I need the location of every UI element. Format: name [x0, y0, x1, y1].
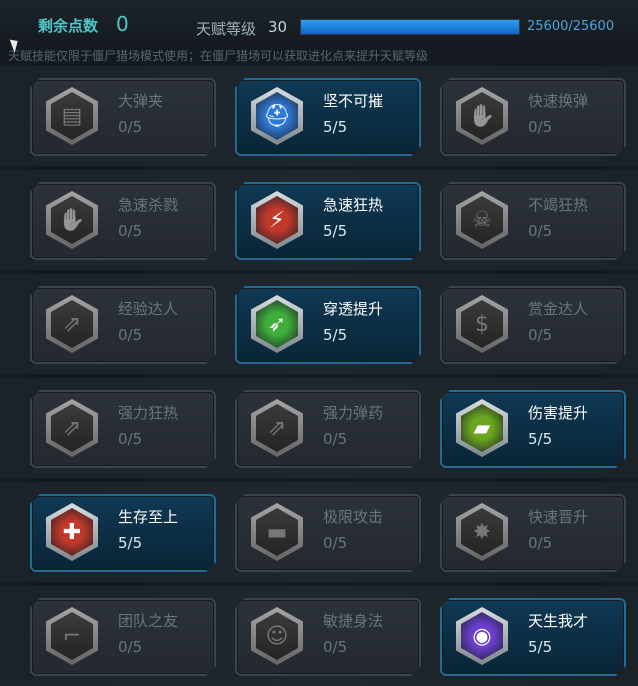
talent-level: 0/5 [118, 118, 143, 136]
power-ammo-icon: ⇗ [251, 399, 303, 457]
talent-name: 生存至上 [118, 508, 179, 526]
talent-name: 急速狂热 [323, 196, 384, 214]
power-frenzy-icon: ⇗ [46, 399, 98, 457]
talent-card[interactable]: ⇗ 强力弹药 0/5 [235, 390, 421, 468]
talent-level: 0/5 [118, 638, 143, 656]
remaining-points-value: 0 [116, 12, 129, 36]
talent-card[interactable]: ✋ 快速换弹 0/5 [440, 78, 626, 156]
talent-card[interactable]: ✸ 快速晋升 0/5 [440, 494, 626, 572]
talent-level: 5/5 [118, 534, 143, 552]
talent-card[interactable]: ▤ 大弹夹 0/5 [30, 78, 216, 156]
talent-icon-glyph: ✸ [461, 508, 503, 556]
talent-icon-glyph: ▰ [461, 404, 503, 452]
talent-card[interactable]: ➶ 穿透提升 5/5 [235, 286, 421, 364]
talent-card[interactable]: ⇗ 经验达人 0/5 [30, 286, 216, 364]
talent-name: 穿透提升 [323, 300, 384, 318]
talent-level: 0/5 [528, 326, 553, 344]
frenzy-icon: ⚡ [251, 191, 303, 249]
skull-icon: ☠ [456, 191, 508, 249]
talent-card[interactable]: ✚ 生存至上 5/5 [30, 494, 216, 572]
talent-name: 极限攻击 [323, 508, 384, 526]
talent-card[interactable]: ⌐ 团队之友 0/5 [30, 598, 216, 676]
penetrate-icon: ➶ [251, 295, 303, 353]
turret-icon: ▬ [251, 503, 303, 561]
talent-icon-glyph: ▬ [256, 508, 298, 556]
talent-level: 5/5 [528, 638, 553, 656]
talent-name: 经验达人 [118, 300, 179, 318]
exp-arrow-icon: ⇗ [46, 295, 98, 353]
talent-level: 5/5 [528, 430, 553, 448]
talent-notice: 天赋技能仅限于僵尸猎场模式使用；在僵尸猎场可以获取进化点来提升天赋等级 [8, 49, 429, 63]
talent-name: 强力狂热 [118, 404, 179, 422]
kill-hand-icon: ✋ [46, 191, 98, 249]
talent-icon-glyph: ⇗ [51, 404, 93, 452]
talent-name: 不竭狂热 [528, 196, 589, 214]
rank-up-icon: ✸ [456, 503, 508, 561]
talent-icon-glyph: ◉ [461, 612, 503, 660]
talent-icon-glyph: ➶ [256, 300, 298, 348]
talent-icon-glyph: ☺ [256, 612, 298, 660]
talent-card[interactable]: ⇗ 强力狂热 0/5 [30, 390, 216, 468]
talent-level-value: 30 [268, 18, 288, 36]
talent-icon-glyph: ☠ [461, 196, 503, 244]
talent-level: 5/5 [323, 118, 348, 136]
talent-level: 0/5 [118, 222, 143, 240]
talent-level: 0/5 [323, 430, 348, 448]
talent-card[interactable]: ▰ 伤害提升 5/5 [440, 390, 626, 468]
talent-icon-glyph: ▤ [51, 92, 93, 140]
experience-text: 25600/25600 [527, 19, 615, 34]
talent-header: 剩余点数 0 天赋等级 30 25600/25600 [0, 0, 638, 44]
talent-card[interactable]: $ 赏金达人 0/5 [440, 286, 626, 364]
eye-icon: ◉ [456, 607, 508, 665]
talent-name: 团队之友 [118, 612, 179, 630]
talent-name: 急速杀戮 [118, 196, 179, 214]
talent-name: 天生我才 [528, 612, 589, 630]
talent-icon-glyph: $ [461, 300, 503, 348]
team-rifle-icon: ⌐ [46, 607, 98, 665]
talent-level: 0/5 [528, 222, 553, 240]
talent-card[interactable]: ☺ 敏捷身法 0/5 [235, 598, 421, 676]
talent-name: 快速晋升 [528, 508, 589, 526]
agile-icon: ☺ [251, 607, 303, 665]
experience-bar-fill [301, 20, 519, 34]
talent-name: 伤害提升 [528, 404, 589, 422]
talent-icon-glyph: ⛑ [256, 92, 298, 140]
talent-level: 0/5 [118, 430, 143, 448]
rifle-icon: ▰ [456, 399, 508, 457]
talent-name: 大弹夹 [118, 92, 164, 110]
medkit-icon: ✚ [46, 503, 98, 561]
talent-name: 赏金达人 [528, 300, 589, 318]
talent-level: 0/5 [528, 534, 553, 552]
talent-level: 5/5 [323, 222, 348, 240]
talent-icon-glyph: ✚ [51, 508, 93, 556]
talent-name: 快速换弹 [528, 92, 589, 110]
talent-level: 0/5 [323, 534, 348, 552]
talent-icon-glyph: ✋ [461, 92, 503, 140]
magazine-icon: ▤ [46, 87, 98, 145]
talent-level: 5/5 [323, 326, 348, 344]
talent-icon-glyph: ⇗ [51, 300, 93, 348]
talent-icon-glyph: ⚡ [256, 196, 298, 244]
talent-card[interactable]: ▬ 极限攻击 0/5 [235, 494, 421, 572]
talent-level: 0/5 [528, 118, 553, 136]
talent-name: 敏捷身法 [323, 612, 384, 630]
remaining-points-label: 剩余点数 [38, 17, 99, 35]
talent-card[interactable]: ⛑ 坚不可摧 5/5 [235, 78, 421, 156]
talent-name: 强力弹药 [323, 404, 384, 422]
talent-level-label: 天赋等级 [196, 20, 257, 38]
talent-card[interactable]: ✋ 急速杀戮 0/5 [30, 182, 216, 260]
bounty-coin-icon: $ [456, 295, 508, 353]
talent-level: 0/5 [323, 638, 348, 656]
talent-card[interactable]: ☠ 不竭狂热 0/5 [440, 182, 626, 260]
talent-level: 0/5 [118, 326, 143, 344]
helmet-icon: ⛑ [251, 87, 303, 145]
talent-card[interactable]: ◉ 天生我才 5/5 [440, 598, 626, 676]
talent-card[interactable]: ⚡ 急速狂热 5/5 [235, 182, 421, 260]
reload-hand-icon: ✋ [456, 87, 508, 145]
talent-icon-glyph: ⇗ [256, 404, 298, 452]
experience-bar [300, 19, 520, 35]
talent-icon-glyph: ⌐ [51, 612, 93, 660]
talent-icon-glyph: ✋ [51, 196, 93, 244]
talent-name: 坚不可摧 [323, 92, 384, 110]
